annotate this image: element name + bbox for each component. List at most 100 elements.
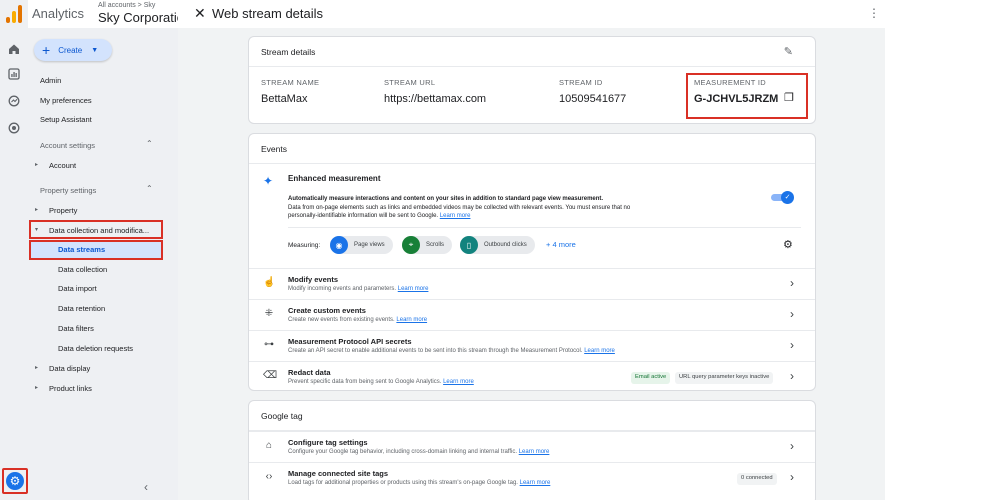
- crosshair-icon: ⌖: [402, 236, 420, 254]
- nav-data-streams[interactable]: Data streams: [58, 245, 105, 254]
- measuring-label: Measuring:: [288, 242, 321, 249]
- chevron-up-icon[interactable]: ⌃: [146, 184, 153, 193]
- row-title: Modify events: [288, 275, 339, 284]
- enhanced-measurement-description: Automatically measure interactions and c…: [288, 195, 658, 221]
- learn-more-link[interactable]: Learn more: [443, 379, 474, 385]
- chip-outbound-clicks: ▯ Outbound clicks: [460, 236, 535, 254]
- nav-my-preferences[interactable]: My preferences: [40, 96, 92, 105]
- nav-account-settings[interactable]: Account settings: [40, 141, 95, 150]
- stream-id-label: STREAM ID: [559, 78, 603, 87]
- nav-data-display[interactable]: Data display: [49, 364, 90, 373]
- divider: [288, 227, 801, 228]
- admin-nav: + Create ▼ Admin My preferences Setup As…: [28, 28, 178, 500]
- nav-data-retention[interactable]: Data retention: [58, 304, 105, 313]
- row-description: Create new events from existing events. …: [288, 317, 428, 323]
- copy-icon[interactable]: ❐: [784, 91, 794, 104]
- expand-arrow-icon[interactable]: ▸: [35, 364, 38, 371]
- nav-account[interactable]: Account: [49, 161, 76, 170]
- nav-admin[interactable]: Admin: [40, 76, 61, 85]
- app-title: Analytics: [32, 6, 85, 21]
- row-description: Configure your Google tag behavior, incl…: [288, 449, 550, 455]
- nav-product-links[interactable]: Product links: [49, 384, 92, 393]
- stream-url-field: STREAM URL https://bettamax.com: [384, 78, 486, 105]
- collapse-arrow-icon[interactable]: ▾: [35, 226, 38, 233]
- manage-connected-tags-row[interactable]: ‹› Manage connected site tags Load tags …: [249, 462, 815, 493]
- create-button[interactable]: + Create ▼: [34, 39, 112, 61]
- nav-data-import[interactable]: Data import: [58, 284, 97, 293]
- row-description: Load tags for additional properties or p…: [288, 480, 551, 486]
- gear-icon: ⚙: [6, 472, 24, 490]
- key-icon: ⊶: [264, 339, 274, 350]
- eraser-icon: ⌫: [263, 370, 278, 381]
- nav-data-deletion-requests[interactable]: Data deletion requests: [58, 344, 133, 353]
- learn-more-link[interactable]: Learn more: [519, 449, 550, 455]
- edit-pencil-icon[interactable]: ✎: [784, 45, 793, 58]
- panel-title: Web stream details: [212, 6, 324, 21]
- google-tag-card: Google tag ⌂ Configure tag settings Conf…: [248, 400, 816, 500]
- expand-arrow-icon[interactable]: ▸: [35, 161, 38, 168]
- collapse-nav-icon[interactable]: ‹: [144, 480, 148, 494]
- row-title: Configure tag settings: [288, 438, 368, 447]
- nav-data-collection-sub[interactable]: Data collection: [58, 265, 107, 274]
- measurement-id-value[interactable]: G-JCHVL5JRZM: [694, 93, 778, 105]
- learn-more-link[interactable]: Learn more: [398, 286, 429, 292]
- row-title: Redact data: [288, 368, 331, 377]
- learn-more-link[interactable]: Learn more: [584, 348, 615, 354]
- row-description: Prevent specific data from being sent to…: [288, 379, 474, 385]
- learn-more-link[interactable]: Learn more: [396, 317, 427, 323]
- stream-name-label: STREAM NAME: [261, 78, 320, 87]
- expand-arrow-icon[interactable]: ▸: [35, 206, 38, 213]
- measurement-id-label: MEASUREMENT ID: [694, 78, 766, 87]
- modify-events-row[interactable]: ☝ Modify events Modify incoming events a…: [249, 268, 815, 299]
- nav-property-settings[interactable]: Property settings: [40, 186, 96, 195]
- reports-icon[interactable]: [6, 66, 22, 82]
- sparkle-click-icon: ⁜: [264, 308, 274, 319]
- row-description: Create an API secret to enable additiona…: [288, 348, 615, 354]
- more-options-icon[interactable]: ⋮: [868, 6, 880, 20]
- expand-arrow-icon[interactable]: ▸: [35, 384, 38, 391]
- nav-data-collection[interactable]: Data collection and modifica...: [49, 226, 149, 235]
- advertising-icon[interactable]: [6, 120, 22, 136]
- account-name[interactable]: Sky Corporatio: [98, 10, 184, 25]
- admin-gear-button[interactable]: ⚙: [2, 468, 28, 494]
- nav-setup-assistant[interactable]: Setup Assistant: [40, 115, 92, 124]
- stream-url-label: STREAM URL: [384, 78, 436, 87]
- chip-label: Outbound clicks: [484, 242, 527, 248]
- explore-icon[interactable]: [6, 93, 22, 109]
- breadcrumb[interactable]: All accounts > Sky: [98, 2, 155, 9]
- plus-icon: +: [42, 42, 51, 58]
- chip-label: Scrolls: [426, 242, 445, 248]
- stream-details-title: Stream details: [261, 47, 316, 57]
- configure-tag-row[interactable]: ⌂ Configure tag settings Configure your …: [249, 431, 815, 462]
- measurement-protocol-row[interactable]: ⊶ Measurement Protocol API secrets Creat…: [249, 330, 815, 361]
- chip-label: Page views: [354, 242, 385, 248]
- chevron-up-icon[interactable]: ⌃: [146, 139, 153, 148]
- left-rail: ⚙: [0, 0, 28, 500]
- google-tag-heading: Google tag: [249, 401, 815, 431]
- measurement-id-field: MEASUREMENT ID G-JCHVL5JRZM: [694, 78, 778, 105]
- nav-data-filters[interactable]: Data filters: [58, 324, 94, 333]
- chevron-right-icon: ›: [790, 338, 794, 352]
- home-icon[interactable]: [6, 41, 22, 57]
- close-icon[interactable]: ✕: [194, 5, 206, 22]
- learn-more-link[interactable]: Learn more: [440, 213, 471, 219]
- chevron-right-icon: ›: [790, 439, 794, 453]
- chevron-right-icon: ›: [790, 276, 794, 290]
- stream-details-card: Stream details ✎ STREAM NAME BettaMax ST…: [248, 36, 816, 124]
- gear-icon[interactable]: ⚙: [783, 238, 793, 251]
- redact-data-row[interactable]: ⌫ Redact data Prevent specific data from…: [249, 361, 815, 390]
- panel-header: ✕ Web stream details ⋮: [178, 0, 885, 28]
- more-events-link[interactable]: + 4 more: [546, 240, 576, 249]
- eye-icon: ◉: [330, 236, 348, 254]
- stream-id-value: 10509541677: [559, 93, 627, 105]
- stream-url-value: https://bettamax.com: [384, 93, 487, 105]
- learn-more-link[interactable]: Learn more: [520, 480, 551, 486]
- enhanced-measurement-toggle[interactable]: ✓: [771, 191, 794, 204]
- enhanced-measurement-title: Enhanced measurement: [288, 174, 381, 183]
- create-custom-events-row[interactable]: ⁜ Create custom events Create new events…: [249, 299, 815, 330]
- events-title: Events: [261, 144, 287, 154]
- google-tag-title: Google tag: [261, 411, 303, 421]
- caret-down-icon: ▼: [91, 46, 99, 54]
- stream-name-field: STREAM NAME BettaMax: [261, 78, 319, 105]
- nav-property[interactable]: Property: [49, 206, 77, 215]
